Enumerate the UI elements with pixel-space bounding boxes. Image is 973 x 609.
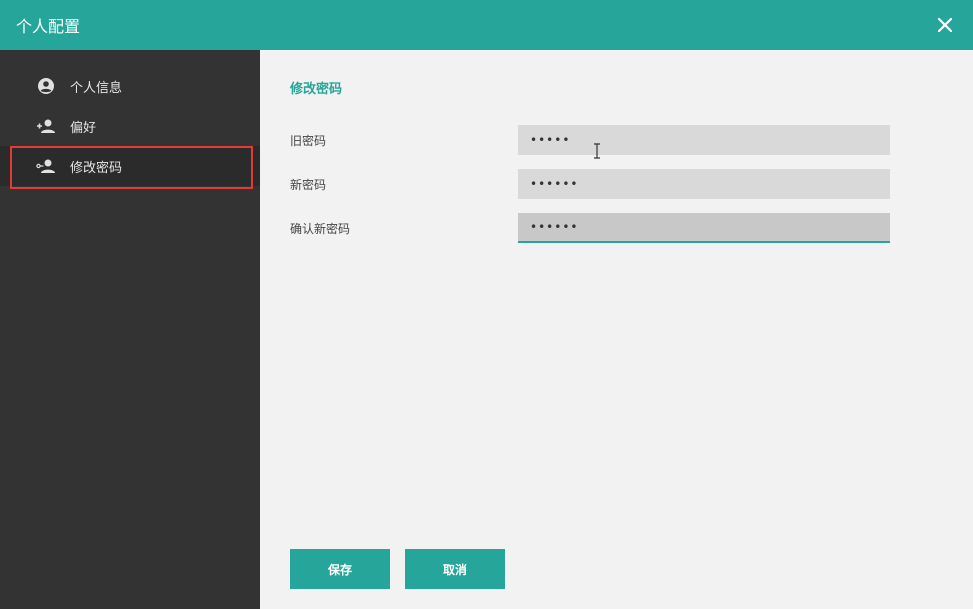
old-password-label: 旧密码 bbox=[290, 133, 327, 148]
window-title: 个人配置 bbox=[16, 17, 81, 36]
sidebar-item-preferences[interactable]: 偏好 bbox=[0, 106, 260, 146]
confirm-password-row: 确认新密码 •••••• bbox=[290, 213, 890, 243]
old-password-row: 旧密码 ••••• bbox=[290, 125, 890, 155]
sidebar-item-change-password[interactable]: 修改密码 bbox=[0, 146, 260, 186]
person-key-icon bbox=[36, 156, 56, 176]
new-password-label: 新密码 bbox=[290, 177, 327, 192]
sidebar-item-label: 个人信息 bbox=[70, 80, 123, 96]
save-button[interactable]: 保存 bbox=[290, 549, 390, 589]
title-bar: 个人配置 bbox=[0, 0, 973, 50]
account-circle-icon bbox=[36, 76, 56, 96]
new-password-field[interactable]: •••••• bbox=[518, 169, 890, 199]
sidebar: 个人信息 偏好 修改密码 bbox=[0, 50, 260, 609]
old-password-field[interactable]: ••••• bbox=[518, 125, 890, 155]
sidebar-item-label: 偏好 bbox=[70, 120, 97, 136]
new-password-row: 新密码 •••••• bbox=[290, 169, 890, 199]
cancel-button[interactable]: 取消 bbox=[405, 549, 505, 589]
confirm-password-label: 确认新密码 bbox=[290, 221, 351, 236]
text-cursor-icon bbox=[593, 143, 601, 159]
confirm-password-field[interactable]: •••••• bbox=[518, 213, 890, 243]
close-icon[interactable] bbox=[933, 13, 957, 37]
sidebar-item-label: 修改密码 bbox=[70, 160, 123, 176]
main-panel: 修改密码 旧密码 ••••• 新密码 •••••• 确认新密码 •••••• 保… bbox=[260, 50, 973, 609]
sidebar-item-profile[interactable]: 个人信息 bbox=[0, 66, 260, 106]
person-add-icon bbox=[36, 116, 56, 136]
section-title: 修改密码 bbox=[290, 82, 343, 97]
